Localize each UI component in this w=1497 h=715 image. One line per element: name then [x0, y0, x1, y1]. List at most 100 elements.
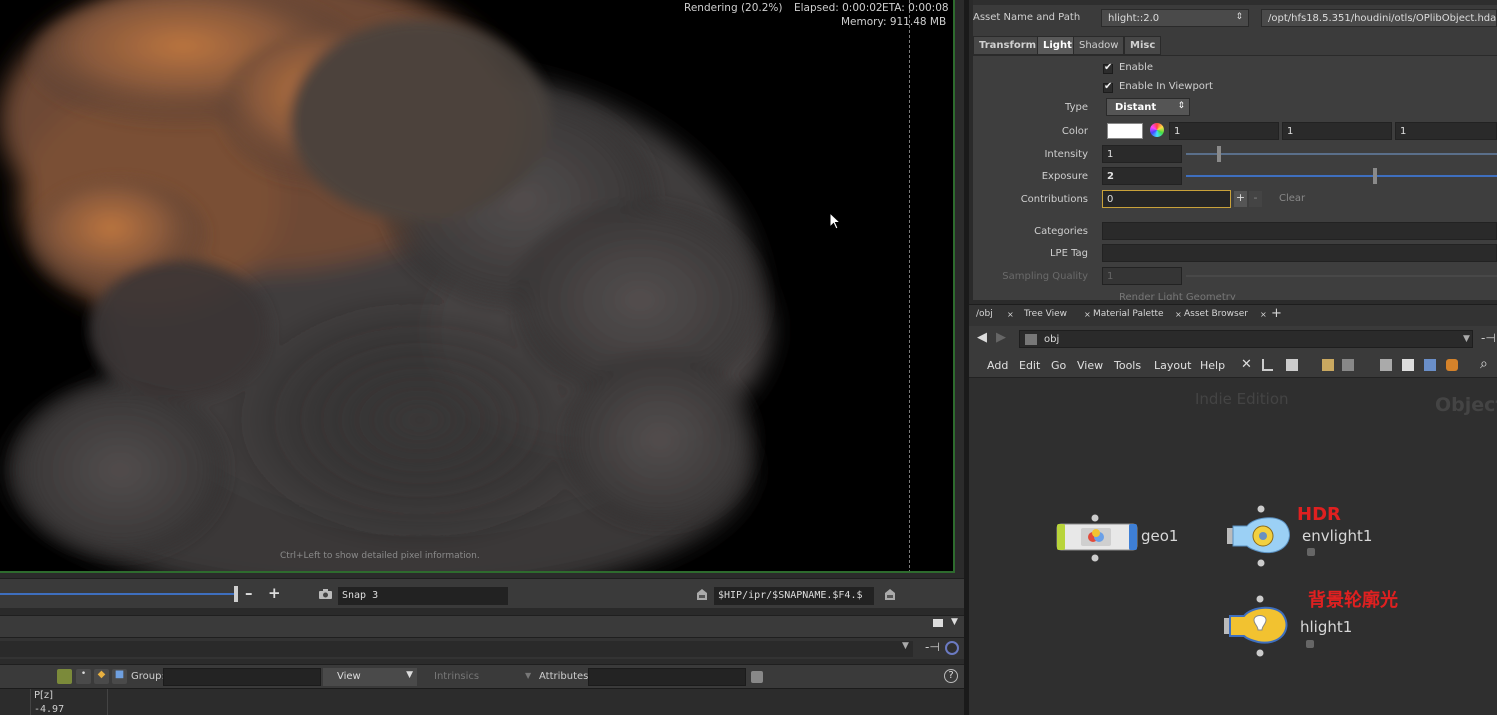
contributions-add-button[interactable]: +	[1234, 191, 1247, 207]
light-type-dropdown[interactable]: Distant ⇕	[1106, 98, 1190, 116]
wrench-icon[interactable]: ✕	[1241, 357, 1252, 372]
pane-dropdown-arrow-icon[interactable]: ▼	[951, 617, 958, 627]
add-tab-button[interactable]: +	[1271, 306, 1282, 321]
column-header-pz[interactable]: P[z]	[34, 690, 53, 701]
node-path-dropdown-arrow-icon[interactable]: ▼	[902, 641, 909, 651]
intensity-slider-handle[interactable]	[1217, 146, 1222, 162]
snapshot-prev-button[interactable]: –	[245, 584, 253, 602]
contributions-remove-button[interactable]: -	[1249, 191, 1262, 207]
vertices-mode-icon[interactable]: •	[76, 669, 91, 684]
list-view-icon[interactable]	[1286, 359, 1298, 371]
hlight-node-label[interactable]: hlight1	[1300, 618, 1352, 636]
tab-shadow[interactable]: Shadow	[1073, 36, 1125, 55]
hlight-node-icon[interactable]	[1220, 594, 1296, 658]
intrinsics-arrow-icon[interactable]: ▼	[525, 671, 531, 680]
group-field[interactable]	[163, 668, 321, 686]
menu-edit[interactable]: Edit	[1019, 359, 1040, 372]
contributions-clear-button[interactable]: Clear	[1279, 193, 1305, 204]
envlight-node-label[interactable]: envlight1	[1302, 527, 1372, 545]
sticky-note-icon[interactable]	[1402, 359, 1414, 371]
intrinsics-label[interactable]: Intrinsics	[434, 671, 479, 682]
pin-network-icon[interactable]: -⊣	[1481, 331, 1496, 345]
tab-tree-view-close-icon[interactable]: ×	[1084, 310, 1091, 319]
menu-layout[interactable]: Layout	[1154, 359, 1191, 372]
color-wheel-icon[interactable]	[1150, 123, 1164, 137]
color-swatch[interactable]	[1107, 123, 1143, 139]
snapshot-slider-track[interactable]	[0, 593, 236, 595]
asset-name-value: hlight::2.0	[1108, 13, 1160, 24]
grid-view-icon[interactable]	[1322, 359, 1334, 371]
color-g-field[interactable]: 1	[1282, 122, 1392, 140]
network-box-icon[interactable]	[1446, 359, 1458, 371]
network-path-field[interactable]: obj	[1019, 330, 1473, 348]
snapshot-next-button[interactable]: +	[268, 584, 281, 602]
detail-mode-icon[interactable]: ■	[112, 669, 127, 684]
tab-light[interactable]: Light	[1037, 36, 1078, 55]
tab-material-palette[interactable]: Material Palette	[1093, 309, 1164, 319]
tab-material-palette-close-icon[interactable]: ×	[1175, 310, 1182, 319]
network-grid-icon[interactable]	[1342, 359, 1354, 371]
forward-arrow-icon[interactable]: ▶	[996, 330, 1006, 345]
envlight-lock-icon[interactable]	[1307, 548, 1315, 556]
snapshot-name-field[interactable]: Snap 3	[338, 587, 508, 605]
camera-icon[interactable]	[318, 588, 333, 600]
attributes-field[interactable]	[588, 668, 746, 686]
exposure-slider-handle[interactable]	[1372, 168, 1377, 184]
tab-asset-browser-close-icon[interactable]: ×	[1260, 310, 1267, 319]
tab-asset-browser[interactable]: Asset Browser	[1184, 309, 1248, 319]
image-icon[interactable]	[1380, 359, 1392, 371]
tab-tree-view[interactable]: Tree View	[1024, 309, 1067, 319]
points-mode-icon[interactable]	[57, 669, 72, 684]
color-b-field[interactable]: 1	[1395, 122, 1497, 140]
help-icon[interactable]: ?	[944, 669, 958, 683]
parameter-panel-header-strip	[973, 0, 1497, 5]
search-icon[interactable]: ⌕	[1480, 356, 1488, 372]
intensity-field[interactable]: 1	[1102, 145, 1182, 163]
tab-obj[interactable]: /obj	[976, 309, 993, 319]
background-image-icon[interactable]	[1424, 359, 1436, 371]
lpe-tag-field[interactable]	[1102, 244, 1497, 262]
render-viewport[interactable]: Rendering (20.2%) Elapsed: 0:00:02 ETA: …	[0, 0, 955, 573]
link-toggle-icon[interactable]	[945, 641, 959, 655]
enable-checkbox[interactable]	[1103, 62, 1113, 74]
attributes-menu-icon[interactable]	[751, 671, 763, 683]
hlight-lock-icon[interactable]	[1306, 640, 1314, 648]
back-arrow-icon[interactable]: ◀	[977, 330, 987, 345]
intensity-slider-track[interactable]	[1186, 153, 1497, 155]
pin-icon[interactable]: -⊣	[925, 640, 940, 654]
spreadsheet-table[interactable]: P[z] -4.97	[0, 688, 964, 715]
menu-tools[interactable]: Tools	[1114, 359, 1141, 372]
menu-add[interactable]: Add	[987, 359, 1008, 372]
table-cell[interactable]: -4.97	[34, 704, 64, 715]
view-dropdown[interactable]: View ▼	[323, 668, 417, 686]
geo-node-label[interactable]: geo1	[1141, 527, 1178, 545]
exposure-field[interactable]: 2	[1102, 167, 1182, 185]
tab-transform[interactable]: Transform	[973, 36, 1043, 55]
menu-view[interactable]: View	[1077, 359, 1103, 372]
envlight-node-icon[interactable]	[1223, 504, 1299, 568]
tree-layout-icon[interactable]	[1262, 359, 1273, 371]
node-path-dropdown[interactable]	[0, 641, 913, 657]
exposure-slider-track[interactable]	[1186, 175, 1497, 177]
geo-node-icon[interactable]	[1055, 514, 1141, 562]
snapshot-output-path-field[interactable]: $HIP/ipr/$SNAPNAME.$F4.$	[714, 587, 874, 605]
network-canvas[interactable]: Indie Edition Objects geo1 envlight1	[969, 378, 1497, 715]
categories-field[interactable]	[1102, 222, 1497, 240]
primitives-mode-icon[interactable]: ◆	[94, 669, 109, 684]
menu-help[interactable]: Help	[1200, 359, 1225, 372]
tab-misc[interactable]: Misc	[1124, 36, 1162, 55]
asset-path-dropdown[interactable]: /opt/hfs18.5.351/houdini/otls/OPlibObjec…	[1261, 9, 1497, 27]
pane-splitter[interactable]	[0, 608, 964, 615]
enable-viewport-checkbox[interactable]	[1103, 81, 1113, 93]
path-dropdown-arrow-icon[interactable]: ▼	[1463, 334, 1470, 344]
snapshot-slider-handle[interactable]	[234, 586, 238, 602]
color-r-field[interactable]: 1	[1169, 122, 1279, 140]
attributes-label: Attributes:	[539, 671, 592, 682]
asset-name-dropdown[interactable]: hlight::2.0 ⇕	[1101, 9, 1249, 27]
save-image-icon[interactable]	[695, 588, 709, 601]
tab-obj-close-icon[interactable]: ×	[1007, 310, 1014, 319]
save-disk-icon[interactable]	[883, 588, 897, 601]
menu-go[interactable]: Go	[1051, 359, 1066, 372]
pane-menu-icon[interactable]	[933, 619, 943, 627]
contributions-field[interactable]: 0	[1102, 190, 1231, 208]
